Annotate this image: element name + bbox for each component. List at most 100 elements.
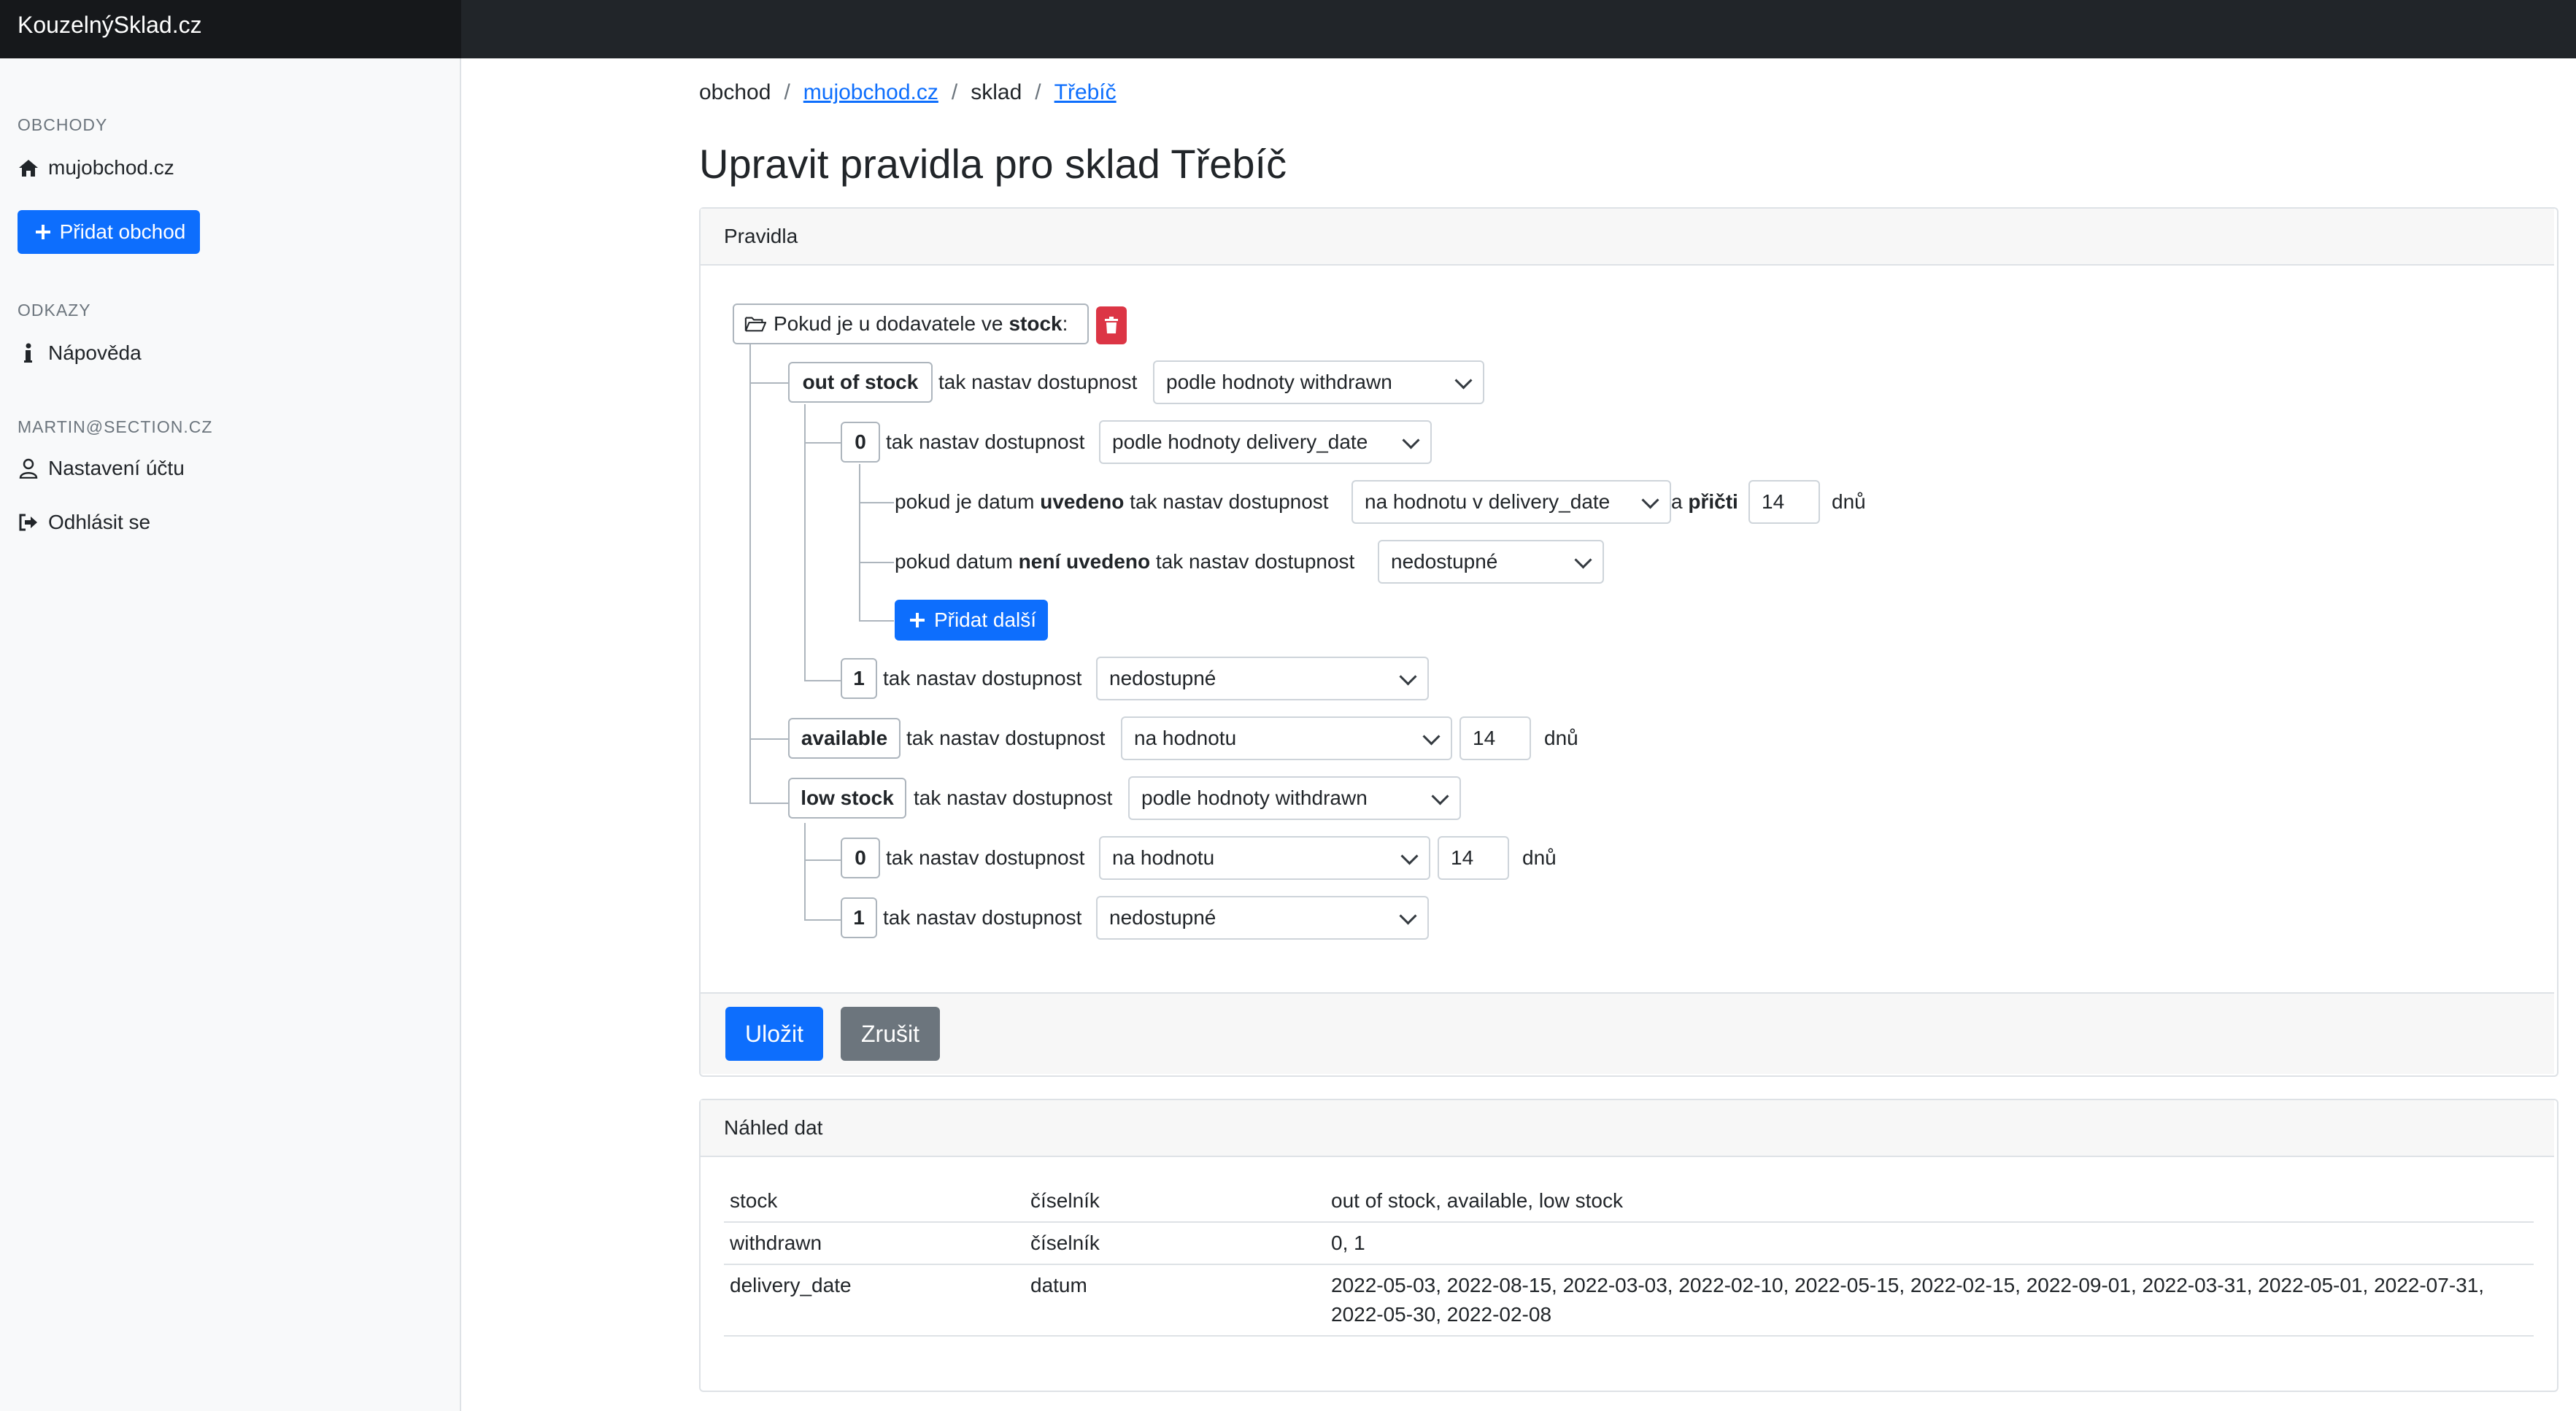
add-more-button[interactable]: Přidat další: [895, 600, 1048, 641]
root-condition-suffix: :: [1062, 312, 1068, 335]
breadcrumb-separator: /: [951, 80, 958, 104]
tree-line: [804, 823, 806, 921]
add-days-input[interactable]: 14: [1748, 480, 1820, 524]
value-node-low-stock[interactable]: low stock: [788, 778, 906, 819]
preview-card-title: Náhled dat: [724, 1116, 823, 1139]
available-select-value: na hodnotu: [1134, 727, 1237, 749]
low-withdrawn-0-select[interactable]: na hodnotu: [1099, 836, 1430, 880]
plus-icon: [32, 221, 54, 243]
low-withdrawn-0-days-input[interactable]: 14: [1438, 836, 1509, 880]
low-stock-select-value: podle hodnoty withdrawn: [1141, 786, 1368, 809]
value-node-withdrawn-1[interactable]: 1: [841, 658, 877, 699]
set-availability-text: tak nastav dostupnost: [906, 727, 1106, 749]
home-icon: [18, 157, 39, 179]
date-missing-prefix: pokud datum: [895, 550, 1013, 573]
tree-line: [804, 442, 841, 444]
withdrawn-1-select-value: nedostupné: [1109, 667, 1216, 689]
table-row: delivery_date datum 2022-05-03, 2022-08-…: [724, 1264, 2534, 1337]
app-title[interactable]: KouzelnýSklad.cz: [18, 10, 202, 39]
date-given-select-value: na hodnotu v delivery_date: [1365, 490, 1611, 513]
user-icon: [18, 457, 39, 479]
breadcrumb-warehouse-link[interactable]: Třebíč: [1054, 80, 1117, 105]
field-values-cell: 2022-05-03, 2022-08-15, 2022-03-03, 2022…: [1325, 1264, 2534, 1337]
sidebar-item-shop-label: mujobchod.cz: [48, 156, 174, 179]
date-missing-suffix: tak nastav dostupnost: [1155, 550, 1355, 573]
field-type-cell: číselník: [1025, 1222, 1325, 1265]
breadcrumb-separator: /: [784, 80, 790, 104]
sidebar-item-help[interactable]: Nápověda: [18, 341, 142, 365]
sidebar: [0, 58, 461, 1411]
withdrawn-1-select[interactable]: nedostupné: [1096, 657, 1429, 700]
date-missing-rule-text: pokud datum není uvedeno tak nastav dost…: [895, 549, 1354, 575]
tree-line: [859, 562, 894, 563]
sidebar-item-shop[interactable]: mujobchod.cz: [18, 156, 174, 179]
table-row: withdrawn číselník 0, 1: [724, 1222, 2534, 1265]
root-condition-field: stock: [1009, 312, 1063, 335]
set-availability-text: tak nastav dostupnost: [883, 667, 1082, 689]
low-stock-select[interactable]: podle hodnoty withdrawn: [1128, 776, 1461, 820]
date-missing-bold: není uvedeno: [1018, 550, 1151, 573]
chevron-down-icon: [1431, 787, 1449, 805]
rules-card-footer: [701, 992, 2554, 1074]
set-availability-text: tak nastav dostupnost: [938, 371, 1138, 393]
days-unit: dnů: [1522, 846, 1557, 869]
add-days-bold: přičti: [1688, 490, 1738, 513]
tree-line: [749, 344, 751, 804]
field-values-cell: out of stock, available, low stock: [1325, 1180, 2534, 1223]
add-days-prefix: a: [1671, 490, 1683, 513]
chevron-down-icon: [1422, 727, 1441, 746]
breadcrumb-shop: obchod: [699, 80, 771, 104]
value-node-low-withdrawn-1[interactable]: 1: [841, 897, 877, 938]
chevron-down-icon: [1399, 907, 1417, 925]
date-given-bold: uvedeno: [1040, 490, 1125, 513]
save-button[interactable]: Uložit: [725, 1007, 823, 1061]
available-days-input[interactable]: 14: [1459, 716, 1531, 760]
root-condition-node[interactable]: Pokud je u dodavatele ve stock:: [733, 304, 1089, 344]
delete-rule-button[interactable]: [1096, 306, 1127, 344]
root-condition-prefix: Pokud je u dodavatele ve: [774, 312, 1003, 335]
tree-line: [804, 404, 806, 681]
tree-line: [749, 803, 788, 804]
info-icon: [18, 342, 39, 364]
withdrawn-0-select[interactable]: podle hodnoty delivery_date: [1099, 420, 1432, 464]
sidebar-item-help-label: Nápověda: [48, 341, 142, 364]
date-given-rule-text: pokud je datum uvedeno tak nastav dostup…: [895, 489, 1329, 515]
add-shop-button[interactable]: Přidat obchod: [18, 210, 200, 254]
value-node-available[interactable]: available: [788, 718, 901, 759]
breadcrumb-shop-link[interactable]: mujobchod.cz: [803, 80, 938, 105]
logout-icon: [18, 511, 39, 533]
sidebar-heading-user: MARTIN@SECTION.CZ: [18, 417, 213, 436]
chevron-down-icon: [1574, 551, 1592, 569]
date-given-select[interactable]: na hodnotu v delivery_date: [1351, 480, 1671, 524]
tree-line: [749, 738, 788, 740]
breadcrumb-warehouse: sklad: [971, 80, 1022, 104]
field-type-cell: datum: [1025, 1264, 1325, 1337]
sidebar-item-logout[interactable]: Odhlásit se: [18, 511, 150, 534]
low-withdrawn-0-select-value: na hodnotu: [1112, 846, 1215, 869]
plus-icon: [906, 609, 928, 631]
days-unit: dnů: [1832, 490, 1866, 513]
days-unit: dnů: [1544, 727, 1578, 749]
add-shop-label: Přidat obchod: [59, 220, 186, 243]
date-missing-select-value: nedostupné: [1391, 550, 1498, 573]
value-node-out-of-stock[interactable]: out of stock: [788, 362, 933, 403]
tree-line: [859, 464, 860, 622]
tree-line: [804, 919, 841, 921]
value-node-low-withdrawn-0[interactable]: 0: [841, 838, 880, 878]
folder-open-icon: [744, 313, 766, 335]
set-availability-text: tak nastav dostupnost: [886, 846, 1085, 869]
date-given-suffix: tak nastav dostupnost: [1130, 490, 1329, 513]
preview-card-header: Náhled dat: [701, 1100, 2554, 1157]
date-missing-select[interactable]: nedostupné: [1378, 540, 1604, 584]
low-withdrawn-1-select[interactable]: nedostupné: [1096, 896, 1429, 940]
cancel-button[interactable]: Zrušit: [841, 1007, 940, 1061]
value-node-withdrawn-0[interactable]: 0: [841, 422, 880, 463]
available-select[interactable]: na hodnotu: [1121, 716, 1452, 760]
sidebar-item-account[interactable]: Nastavení účtu: [18, 457, 185, 480]
table-row: stock číselník out of stock, available, …: [724, 1180, 2534, 1223]
withdrawn-0-select-value: podle hodnoty delivery_date: [1112, 430, 1368, 453]
tree-line: [749, 382, 788, 384]
out-of-stock-select[interactable]: podle hodnoty withdrawn: [1153, 360, 1484, 404]
set-availability-text: tak nastav dostupnost: [886, 430, 1085, 453]
add-days-text: a přičti: [1671, 489, 1738, 515]
